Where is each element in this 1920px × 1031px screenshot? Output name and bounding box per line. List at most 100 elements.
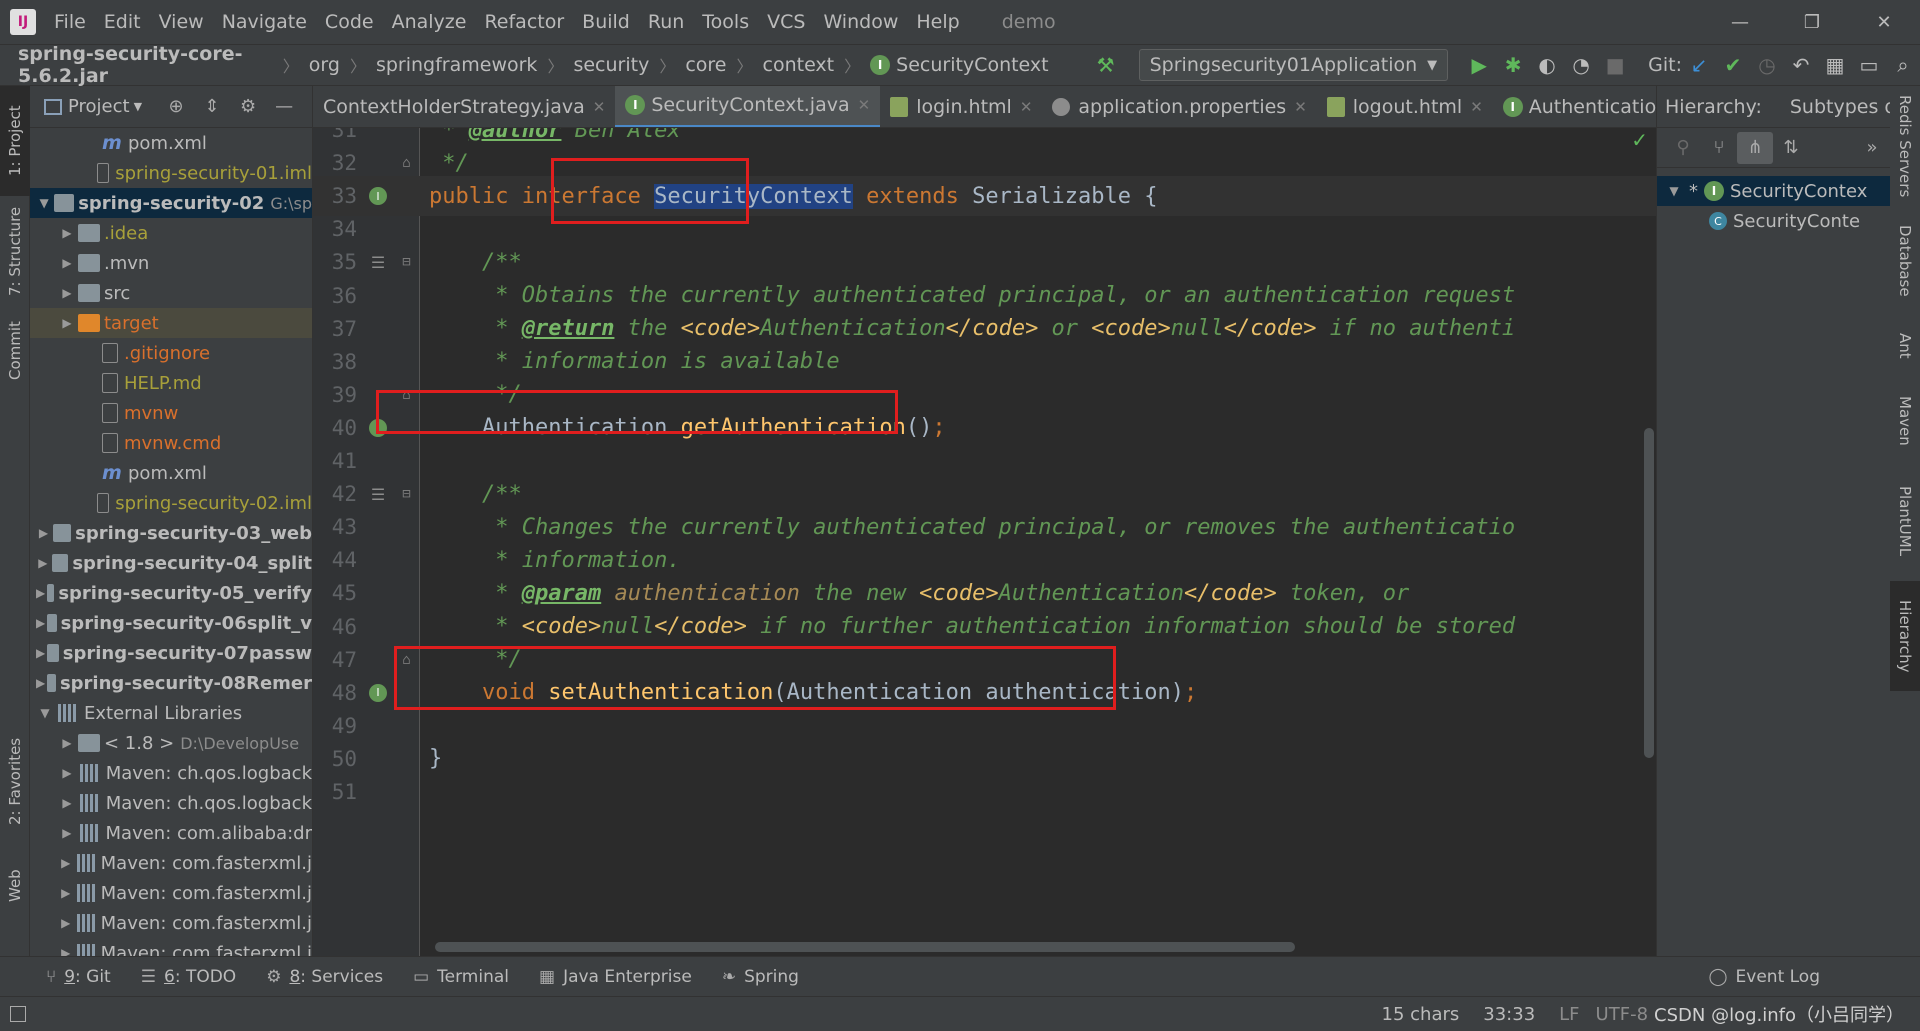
close-icon[interactable]: ✕ <box>1020 98 1033 116</box>
collapse-arrow-icon[interactable]: ▶ <box>36 646 45 660</box>
tab-project[interactable]: 1: Project <box>0 86 30 196</box>
git-commit-icon[interactable]: ✔ <box>1716 48 1750 82</box>
more-icon[interactable]: » <box>1854 132 1890 164</box>
close-icon[interactable]: ✕ <box>1848 0 1920 44</box>
horizontal-scrollbar[interactable] <box>435 942 1295 952</box>
bottom-tool-java-enterprise[interactable]: ▦ Java Enterprise <box>539 967 692 987</box>
tab-favorites[interactable]: 2: Favorites <box>0 726 30 836</box>
tab-web[interactable]: Web <box>0 846 30 926</box>
menu-item-refactor[interactable]: Refactor <box>484 11 564 33</box>
tree-item[interactable]: ▶ Maven: com.alibaba:dr <box>30 818 312 848</box>
close-icon[interactable]: ✕ <box>1470 98 1483 116</box>
menu-item-help[interactable]: Help <box>916 11 959 33</box>
doc-render-icon[interactable]: ☰ <box>363 485 393 504</box>
bottom-tool-todo[interactable]: ☰ 6: TODO <box>141 967 236 987</box>
tree-item[interactable]: ▶ Maven: ch.qos.logback <box>30 758 312 788</box>
menu-item-window[interactable]: Window <box>823 11 898 33</box>
close-icon[interactable]: ✕ <box>858 96 871 114</box>
collapse-arrow-icon[interactable]: ▶ <box>58 916 73 930</box>
fold-icon[interactable]: ⌂ <box>393 652 420 668</box>
bottom-tool-git[interactable]: ⑂ 9: Git <box>46 967 111 987</box>
run-config-select[interactable]: Springsecurity01Application ▼ <box>1138 49 1449 81</box>
tree-item[interactable]: ▶ Maven: ch.qos.logback <box>30 788 312 818</box>
coverage-icon[interactable]: ◐ <box>1530 48 1564 82</box>
event-log-button[interactable]: ◯ Event Log <box>1709 967 1821 987</box>
tree-item[interactable]: ▶ .idea <box>30 218 312 248</box>
supertypes-icon[interactable]: ⑂ <box>1701 132 1737 164</box>
bottom-tool-terminal[interactable]: ▭ Terminal <box>413 967 509 987</box>
menu-item-build[interactable]: Build <box>582 11 630 33</box>
fold-icon[interactable]: ⊟ <box>393 254 420 270</box>
tree-item[interactable]: .gitignore <box>30 338 312 368</box>
breadcrumb-item[interactable]: org <box>309 54 340 76</box>
tree-item[interactable]: ▶ src <box>30 278 312 308</box>
tree-item[interactable]: mvnw.cmd <box>30 428 312 458</box>
tree-item[interactable]: ▶ target <box>30 308 312 338</box>
tree-item[interactable]: ▶ Maven: com.fasterxml.j <box>30 848 312 878</box>
profile-icon[interactable]: ◔ <box>1564 48 1598 82</box>
restore-icon[interactable]: ❐ <box>1776 0 1848 44</box>
tree-item[interactable]: ▶ spring-security-06split_v <box>30 608 312 638</box>
tab-ant[interactable]: Ant <box>1890 316 1920 376</box>
tab-maven[interactable]: Maven <box>1890 381 1920 461</box>
menu-item-edit[interactable]: Edit <box>104 11 141 33</box>
collapse-all-icon[interactable]: ⇕ <box>194 96 230 117</box>
tree-item[interactable]: m pom.xml <box>30 458 312 488</box>
class-hierarchy-icon[interactable]: ⋔ <box>1737 131 1773 164</box>
run-icon[interactable]: ▶ <box>1462 48 1496 82</box>
implementations-icon[interactable]: I <box>363 418 393 437</box>
menu-item-navigate[interactable]: Navigate <box>222 11 307 33</box>
editor-tab[interactable]: IAuthentication. <box>1493 86 1656 127</box>
tree-item[interactable]: ▶ spring-security-05_verify <box>30 578 312 608</box>
breadcrumb-item[interactable]: springframework <box>376 54 537 76</box>
tab-commit[interactable]: Commit <box>0 306 30 396</box>
tab-database[interactable]: Database <box>1890 211 1920 311</box>
fold-icon[interactable]: ⌂ <box>393 155 420 171</box>
breadcrumb-item[interactable]: core <box>685 54 726 76</box>
hierarchy-tab-subtypes[interactable]: Subtypes of <box>1790 96 1890 118</box>
project-structure-icon[interactable]: ▦ <box>1818 48 1852 82</box>
close-icon[interactable]: ✕ <box>1294 98 1307 116</box>
doc-render-icon[interactable]: ☰ <box>363 253 393 272</box>
tree-item[interactable]: ▶ .mvn <box>30 248 312 278</box>
subtypes-icon[interactable]: ⚲ <box>1665 132 1701 164</box>
tree-item[interactable]: spring-security-01.iml <box>30 158 312 188</box>
hide-icon[interactable]: — <box>266 96 302 117</box>
debug-icon[interactable]: ✱ <box>1496 48 1530 82</box>
hierarchy-item[interactable]: ▼ * I SecurityContex <box>1657 176 1890 206</box>
file-encoding[interactable]: UTF-8 <box>1596 1004 1648 1025</box>
tree-item[interactable]: ▶ spring-security-08Remer <box>30 668 312 698</box>
rollback-icon[interactable]: ↶ <box>1784 48 1818 82</box>
breadcrumb-item[interactable]: security <box>573 54 649 76</box>
editor-tab[interactable]: application.properties ✕ <box>1042 86 1316 127</box>
collapse-arrow-icon[interactable]: ▶ <box>58 946 73 956</box>
tree-item[interactable]: ▶ spring-security-07passw <box>30 638 312 668</box>
search-icon[interactable]: ⌕ <box>1886 48 1920 82</box>
collapse-arrow-icon[interactable]: ▶ <box>58 256 76 270</box>
editor-tab[interactable]: I SecurityContext.java ✕ <box>615 86 881 127</box>
fold-icon[interactable]: ⊟ <box>393 486 420 502</box>
collapse-arrow-icon[interactable]: ▶ <box>58 286 76 300</box>
tree-item[interactable]: m pom.xml <box>30 128 312 158</box>
collapse-arrow-icon[interactable]: ▶ <box>36 526 51 540</box>
tree-item[interactable]: ▶ Maven: com.fasterxml.j <box>30 908 312 938</box>
menu-item-view[interactable]: View <box>159 11 204 33</box>
collapse-arrow-icon[interactable]: ▶ <box>58 736 76 750</box>
chevron-down-icon[interactable]: ▼ <box>134 100 142 113</box>
breadcrumb-item[interactable]: context <box>763 54 835 76</box>
collapse-arrow-icon[interactable]: ▶ <box>36 556 50 570</box>
expand-arrow-icon[interactable]: ▼ <box>36 706 54 720</box>
toggle-tool-windows-icon[interactable] <box>10 1006 26 1022</box>
stop-icon[interactable]: ■ <box>1598 48 1632 82</box>
expand-arrow-icon[interactable]: ▼ <box>1665 184 1683 198</box>
tree-item[interactable]: HELP.md <box>30 368 312 398</box>
menu-item-code[interactable]: Code <box>325 11 374 33</box>
collapse-arrow-icon[interactable]: ▶ <box>36 586 45 600</box>
tree-item[interactable]: mvnw <box>30 398 312 428</box>
gear-icon[interactable]: ⚙ <box>230 96 266 117</box>
bottom-tool-spring[interactable]: ❧ Spring <box>722 967 799 987</box>
fold-icon[interactable]: ⌂ <box>393 387 420 403</box>
close-icon[interactable]: ✕ <box>593 98 606 116</box>
menu-item-tools[interactable]: Tools <box>702 11 749 33</box>
sort-icon[interactable]: ⇅ <box>1773 132 1809 164</box>
